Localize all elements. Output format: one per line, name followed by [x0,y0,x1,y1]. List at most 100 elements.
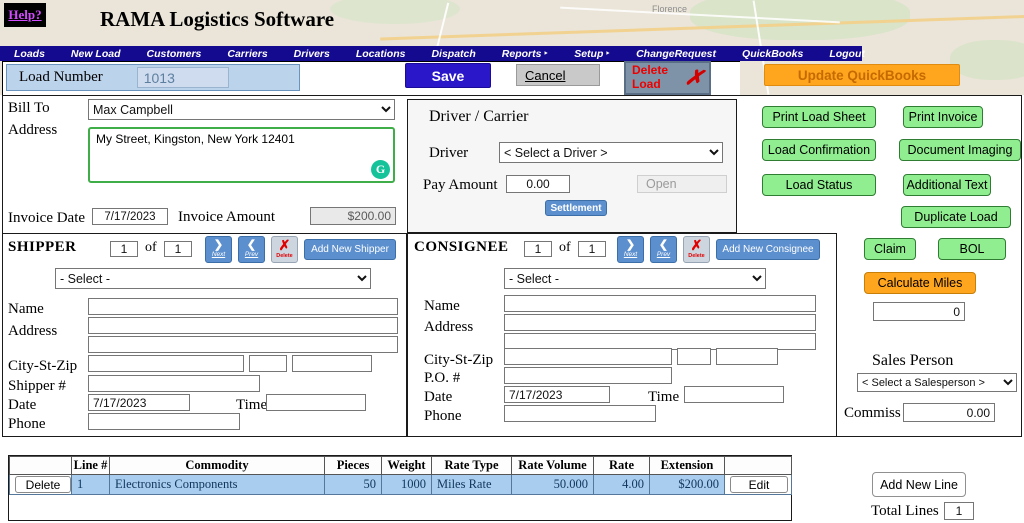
cancel-button[interactable]: Cancel [516,64,600,86]
claim-button[interactable]: Claim [864,238,916,260]
calculate-miles-button[interactable]: Calculate Miles [864,272,976,294]
nav-item-locations[interactable]: Locations [356,48,406,60]
nav-item-changerequest[interactable]: ChangeRequest [636,48,716,60]
consignee-address1-input[interactable] [504,314,816,331]
edit-line-button[interactable]: Edit [730,476,788,493]
shipper-index-input[interactable] [110,241,138,257]
cell-commodity: Electronics Components [109,474,325,495]
cell-rate-volume: 50.000 [511,474,594,495]
commission-input[interactable] [903,403,995,422]
bol-button[interactable]: BOL [938,238,1006,260]
settlement-button[interactable]: Settlement [545,200,607,216]
consignee-prev-button[interactable]: ❮ Prev [650,236,677,263]
shipper-date-label: Date [8,397,37,413]
delete-line-button[interactable]: Delete [15,476,71,493]
help-button[interactable]: Help? [4,3,46,27]
header-rate-type: Rate Type [431,456,512,475]
update-quickbooks-button[interactable]: Update QuickBooks [764,64,960,86]
cell-pieces: 50 [324,474,382,495]
consignee-city-input[interactable] [504,348,672,365]
cell-rate: 4.00 [593,474,650,495]
consignee-time-label: Time [648,389,680,405]
map-park-patch [950,40,1024,80]
consignee-po-input[interactable] [504,367,672,384]
shipper-address1-input[interactable] [88,317,398,334]
header-extension: Extension [649,456,725,475]
bill-to-address-textarea[interactable]: My Street, Kingston, New York 12401 [88,127,395,183]
delete-load-button[interactable]: Delete Load ✗ [624,61,711,95]
total-lines-input [944,502,974,520]
shipper-phone-input[interactable] [88,413,240,430]
bill-to-address-label: Address [8,122,58,138]
nav-item-quickbooks[interactable]: QuickBooks [742,48,803,60]
header-pieces: Pieces [324,456,382,475]
consignee-state-input[interactable] [677,348,711,365]
sales-person-select[interactable]: < Select a Salesperson > [857,373,1017,392]
consignee-phone-input[interactable] [504,405,656,422]
shipper-delete-button[interactable]: ✗ Delete [271,236,298,263]
prev-arrow-icon: ❮ [246,239,257,251]
nav-item-logout[interactable]: Logout [829,48,865,60]
shipper-number-input[interactable] [88,375,260,392]
shipper-zip-input[interactable] [292,355,372,372]
document-imaging-button[interactable]: Document Imaging [899,139,1021,161]
add-new-line-button[interactable]: Add New Line [872,472,966,497]
bill-to-customer-select[interactable]: Max Campbell [88,99,395,120]
grammarly-icon[interactable]: G [371,160,390,179]
consignee-zip-input[interactable] [716,348,778,365]
consignee-date-input[interactable] [504,386,610,403]
consignee-count-input[interactable] [578,241,606,257]
consignee-time-input[interactable] [684,386,784,403]
shipper-next-button[interactable]: ❯ Next [205,236,232,263]
print-invoice-button[interactable]: Print Invoice [903,106,983,128]
header-line-no: Line # [71,456,110,475]
submenu-arrow-icon: ‣ [543,49,549,58]
nav-item-loads[interactable]: Loads [14,48,45,60]
nav-item-drivers[interactable]: Drivers [294,48,330,60]
shipper-prev-button[interactable]: ❮ Prev [238,236,265,263]
load-number-input[interactable] [136,67,229,88]
shipper-address2-input[interactable] [88,336,398,353]
pay-amount-input[interactable] [506,175,570,193]
nav-item-setup[interactable]: Setup ‣ [574,48,610,60]
load-lines-section: Line # Commodity Pieces Weight Rate Type… [8,455,792,521]
load-number-box: Load Number [6,64,300,91]
load-status-button[interactable]: Load Status [762,174,876,196]
nav-item-dispatch[interactable]: Dispatch [431,48,475,60]
shipper-city-input[interactable] [88,355,244,372]
nav-item-new-load[interactable]: New Load [71,48,121,60]
miles-input[interactable] [873,302,965,321]
consignee-select[interactable]: - Select - [504,268,766,289]
invoice-date-input[interactable] [92,208,168,225]
delete-x-icon: ✗ [690,239,703,254]
add-new-consignee-button[interactable]: Add New Consignee [716,239,820,260]
consignee-next-button[interactable]: ❯ Next [617,236,644,263]
delete-load-label: Delete Load [632,63,669,91]
delete-x-icon: ✗ [682,63,705,92]
shipper-select[interactable]: - Select - [55,268,371,289]
additional-text-button[interactable]: Additional Text [903,174,991,196]
shipper-count-input[interactable] [164,241,192,257]
next-arrow-icon: ❯ [625,239,636,251]
app-title: RAMA Logistics Software [100,7,335,31]
shipper-name-input[interactable] [88,298,398,315]
add-new-shipper-button[interactable]: Add New Shipper [304,239,396,260]
driver-select[interactable]: < Select a Driver > [499,142,723,163]
consignee-name-input[interactable] [504,295,816,312]
print-load-sheet-button[interactable]: Print Load Sheet [762,106,876,128]
nav-item-reports[interactable]: Reports ‣ [502,48,548,60]
consignee-index-input[interactable] [524,241,552,257]
consignee-delete-button[interactable]: ✗ Delete [683,236,710,263]
nav-item-customers[interactable]: Customers [147,48,202,60]
shipper-state-input[interactable] [249,355,287,372]
shipper-date-input[interactable] [88,394,190,411]
save-button[interactable]: Save [405,63,491,88]
shipper-address-label: Address [8,323,58,339]
nav-item-carriers[interactable]: Carriers [227,48,267,60]
invoice-amount-label: Invoice Amount [178,209,276,225]
delete-x-icon: ✗ [278,239,291,254]
load-confirmation-button[interactable]: Load Confirmation [762,139,876,161]
duplicate-load-button[interactable]: Duplicate Load [901,206,1011,228]
driver-carrier-title: Driver / Carrier [429,108,529,125]
shipper-time-input[interactable] [266,394,366,411]
